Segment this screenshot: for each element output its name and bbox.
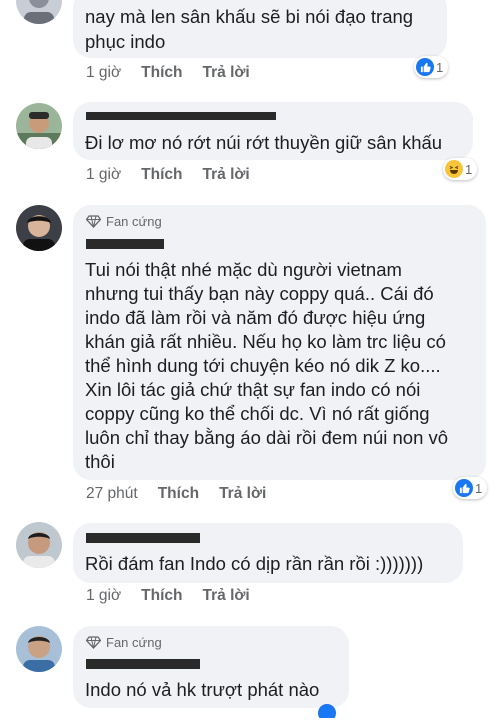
author-name-redacted[interactable] [86, 533, 200, 543]
like-icon [318, 704, 336, 718]
like-link[interactable]: Thích [158, 485, 199, 502]
comment-text-line: thể hình dung tới chuyện kéo nó dik Z ko… [85, 355, 441, 376]
comment-text-line: nay mà len sân khấu sẽ bi nói đạo trang [85, 6, 414, 27]
reaction-badge[interactable]: 1 [453, 477, 488, 499]
comment-time[interactable]: 1 giờ [86, 64, 121, 81]
author-name-redacted[interactable] [86, 659, 200, 669]
like-link[interactable]: Thích [141, 64, 182, 81]
reaction-count: 1 [465, 161, 473, 177]
diamond-icon [86, 215, 101, 228]
reply-link[interactable]: Trả lời [203, 587, 250, 604]
like-link[interactable]: Thích [141, 587, 182, 604]
avatar[interactable] [16, 103, 62, 149]
comment-time[interactable]: 1 giờ [86, 166, 121, 183]
reaction-badge[interactable]: 1 [414, 56, 449, 78]
haha-icon [445, 160, 463, 178]
reaction-count: 1 [436, 59, 444, 75]
reply-link[interactable]: Trả lời [203, 64, 250, 81]
comment-text-line: Đi lơ mơ nó rớt núi rớt thuyền giữ sân k… [85, 132, 443, 153]
like-link[interactable]: Thích [141, 166, 182, 183]
comment-text-line: indo đã làm rồi và năm đó được hiệu ứng [85, 307, 426, 328]
comment-text-line: Tui nói thật nhé mặc dù người vietnam [85, 259, 402, 280]
reaction-count: 1 [475, 480, 483, 496]
comment-time[interactable]: 1 giờ [86, 587, 121, 604]
comment-text-line: khán giả rất nhiều. Nếu họ ko làm trc li… [85, 331, 446, 352]
author-name-redacted[interactable] [86, 239, 164, 249]
comment-text-line: Xin lôi tác giả chứ thật sự fan indo có … [85, 379, 421, 400]
reaction-badge[interactable]: 1 [443, 158, 478, 180]
top-fan-badge: Fan cứng [86, 214, 162, 229]
comment-meta: 1 giờ Thích Trả lời [86, 64, 270, 82]
avatar[interactable] [16, 205, 62, 251]
comment-text-line: phục indo [85, 31, 166, 52]
avatar[interactable] [16, 0, 62, 24]
reaction-badge-partial[interactable] [318, 704, 344, 718]
comment-text-line: Rồi đám fan Indo có dịp rần rần rồi :)))… [85, 553, 424, 574]
like-icon [455, 479, 473, 497]
comment-text-line: coppy cũng ko thể chối dc. Vì nó rất giố… [85, 403, 430, 424]
comment-meta: 27 phút Thích Trả lời [86, 485, 286, 503]
comment-meta: 1 giờ Thích Trả lời [86, 587, 270, 605]
avatar[interactable] [16, 626, 62, 672]
comment-text-line: Indo nó vả hk trượt phát nào [85, 679, 320, 700]
top-fan-badge: Fan cứng [86, 635, 162, 650]
comment-text-line: nhưng tui thấy bạn này coppy quá.. Cái đ… [85, 283, 434, 304]
badge-label: Fan cứng [106, 214, 162, 229]
diamond-icon [86, 636, 101, 649]
reply-link[interactable]: Trả lời [203, 166, 250, 183]
comment-meta: 1 giờ Thích Trả lời [86, 166, 270, 184]
avatar[interactable] [16, 522, 62, 568]
comment-time[interactable]: 27 phút [86, 485, 138, 502]
like-icon [416, 58, 434, 76]
reply-link[interactable]: Trả lời [219, 485, 266, 502]
comment-text-line: thôi [85, 451, 115, 472]
author-name-redacted[interactable] [86, 112, 276, 120]
comment-text-line: luôn chỉ thay bằng áo dài rồi đem núi no… [85, 427, 449, 448]
badge-label: Fan cứng [106, 635, 162, 650]
